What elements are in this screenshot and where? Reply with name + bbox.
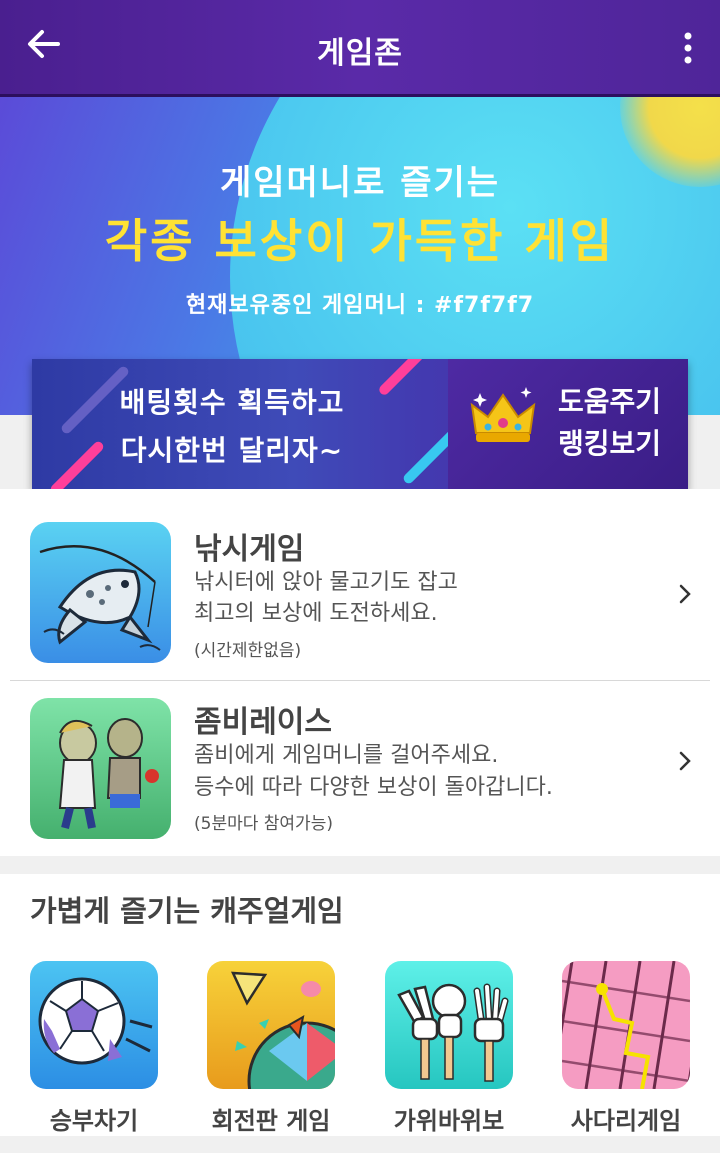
soccer-ball-icon — [30, 961, 158, 1089]
promo-line-2: 다시한번 달리자~ — [120, 434, 344, 467]
ranking-links: 도움주기 랭킹보기 — [558, 381, 661, 465]
game-note: (5분마다 참여가능) — [194, 814, 333, 834]
game-note: (시간제한없음) — [194, 641, 302, 661]
app-bar: 게임존 — [0, 0, 720, 97]
casual-item-ladder-game[interactable]: 사다리게임 — [562, 961, 690, 1135]
casual-label: 가위바위보 — [393, 1107, 505, 1135]
promo-line-1: 배팅횟수 획득하고 — [119, 386, 345, 419]
promo-banner[interactable]: 배팅횟수 획득하고 다시한번 달리자~ 도움주기 랭킹보기 — [32, 359, 688, 489]
list-item-zombie-race[interactable]: 좀비레이스 좀비에게 게임머니를 걸어주세요. 등수에 따라 다양한 보상이 돌… — [0, 681, 720, 857]
section-title: 가볍게 즐기는 캐주얼게임 — [30, 894, 344, 928]
hero-headline: 게임머니로 즐기는 — [219, 163, 501, 203]
game-money-balance: 현재보유중인 게임머니 : #f7f7f7 — [185, 293, 535, 318]
page-title: 게임존 — [317, 36, 403, 71]
game-name: 좀비레이스 — [194, 705, 332, 740]
casual-label: 승부차기 — [49, 1107, 139, 1135]
casual-item-roulette[interactable]: 회전판 게임 — [207, 961, 335, 1135]
game-description-line-1: 좀비에게 게임머니를 걸어주세요. — [194, 743, 499, 768]
ranking-link[interactable]: 랭킹보기 — [558, 423, 661, 465]
game-name: 낚시게임 — [194, 532, 305, 567]
promo-message: 배팅횟수 획득하고 다시한번 달리자~ — [32, 379, 432, 475]
casual-item-rock-paper-scissors[interactable]: 가위바위보 — [385, 961, 513, 1135]
game-list: 낚시게임 낚시터에 앉아 물고기도 잡고 최고의 보상에 도전하세요. (시간제… — [0, 489, 720, 856]
list-item-fishing-game[interactable]: 낚시게임 낚시터에 앉아 물고기도 잡고 최고의 보상에 도전하세요. (시간제… — [0, 506, 720, 682]
fish-icon — [39, 545, 161, 651]
more-vertical-icon[interactable] — [678, 28, 698, 68]
crown-icon — [470, 387, 536, 442]
chevron-right-icon — [679, 751, 691, 771]
zombie-race-thumbnail — [30, 698, 171, 839]
casual-games-section: 가볍게 즐기는 캐주얼게임 승부차기 회전판 게임 가위바위보 사다리게임 — [0, 874, 720, 1136]
casual-item-penalty-kick[interactable]: 승부차기 — [30, 961, 158, 1135]
ranking-panel[interactable]: 도움주기 랭킹보기 — [448, 359, 688, 489]
casual-label: 사다리게임 — [570, 1107, 682, 1135]
game-description-line-2: 최고의 보상에 도전하세요. — [194, 601, 438, 626]
ladder-icon — [562, 961, 690, 1089]
casual-label: 회전판 게임 — [211, 1107, 331, 1135]
hero-subheadline: 각종 보상이 가득한 게임 — [104, 214, 616, 268]
zombie-icon — [58, 718, 159, 829]
help-link[interactable]: 도움주기 — [558, 381, 661, 423]
fishing-game-thumbnail — [30, 522, 171, 663]
game-description-line-2: 등수에 따라 다양한 보상이 돌아갑니다. — [194, 775, 553, 800]
chevron-right-icon — [679, 584, 691, 604]
roulette-icon — [207, 961, 335, 1089]
game-description-line-1: 낚시터에 앉아 물고기도 잡고 — [194, 570, 458, 595]
hand-gesture-icon — [385, 961, 513, 1089]
